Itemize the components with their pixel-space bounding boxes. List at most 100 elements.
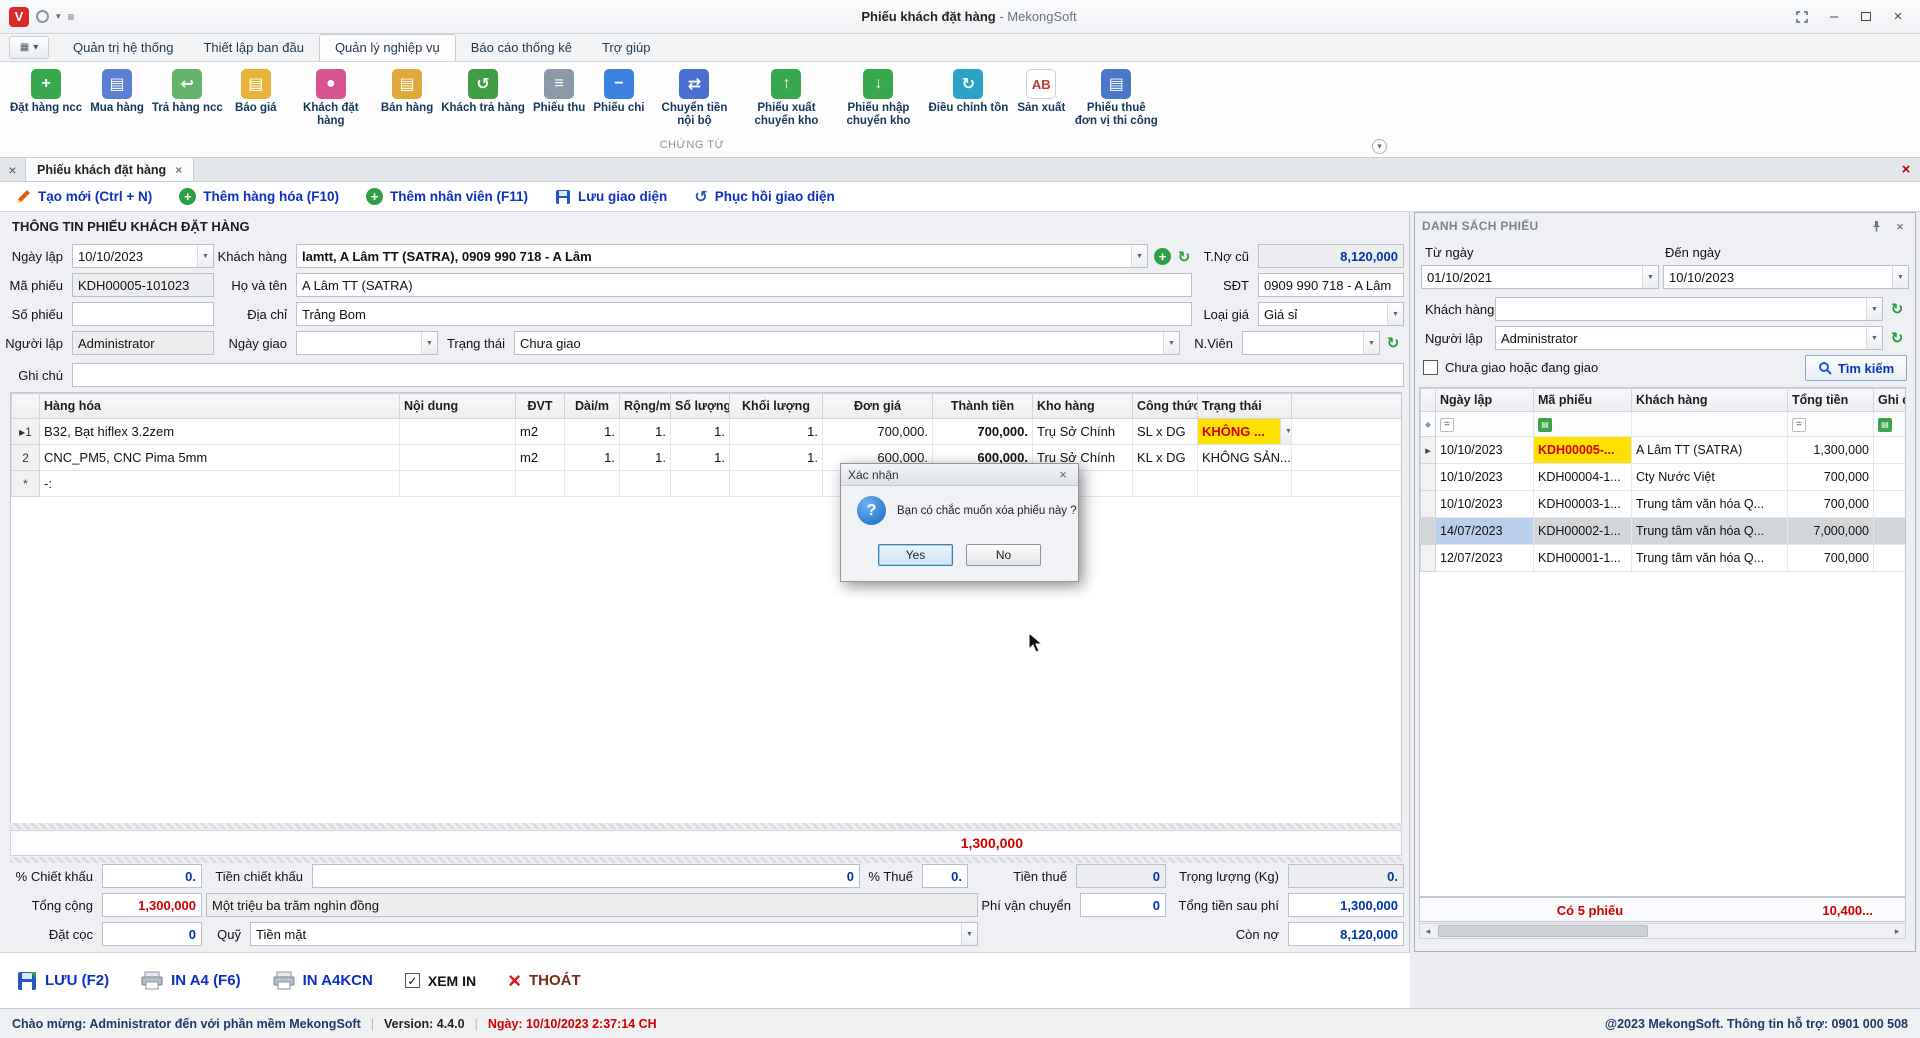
cell-rong[interactable] (619, 470, 671, 497)
app-menu-button[interactable]: ▦ ▾ (9, 36, 49, 59)
cell-tien[interactable]: 700,000 (1787, 490, 1874, 518)
col-tong-tien[interactable]: Tổng tiền (1787, 388, 1874, 412)
filter-icon[interactable] (1538, 417, 1552, 432)
nguoi-lap-field[interactable]: Administrator (72, 331, 214, 355)
close-icon[interactable]: × (175, 163, 182, 177)
phi-van-chuyen-field[interactable]: 0 (1080, 893, 1166, 917)
ghi-chu-field[interactable] (72, 363, 1404, 387)
cell-trang-thai[interactable] (1197, 470, 1292, 497)
cell-ghi-chu[interactable] (1873, 517, 1905, 545)
thue-pct-field[interactable]: 0. (922, 864, 968, 888)
cell-hang-hoa[interactable]: CNC_PM5, CNC Pima 5mm (39, 444, 400, 471)
cell-cong-thuc[interactable] (1132, 470, 1198, 497)
cell-tien[interactable]: 7,000,000 (1787, 517, 1874, 545)
col-thanh-tien[interactable]: Thành tiền (932, 393, 1033, 419)
add-employee-button[interactable]: + Thêm nhân viên (F11) (366, 188, 528, 205)
cell-khach[interactable]: Trung tâm văn hóa Q... (1631, 544, 1788, 572)
item-row-new[interactable]: * -: (11, 470, 1401, 497)
marker-column-header[interactable] (11, 393, 40, 419)
exit-button[interactable]: × THOÁT (508, 969, 581, 992)
trang-thai-field[interactable]: Chưa giao (514, 331, 1180, 355)
save-button[interactable]: LƯU (F2) (17, 971, 109, 991)
ngay-giao-field[interactable] (296, 331, 438, 355)
chevron-down-icon[interactable]: ▾ (56, 11, 61, 22)
cell-cong-thuc[interactable]: SL x DG (1132, 418, 1198, 445)
cell-ngay[interactable]: 14/07/2023 (1435, 517, 1534, 545)
refresh-employee-icon[interactable] (1384, 334, 1402, 352)
filter-row[interactable] (1420, 411, 1905, 437)
ribbon-button-bao-gia[interactable]: ▤ Báo giá (227, 67, 285, 117)
ribbon-button-phieu-nhap-chuyen-kho[interactable]: ↓ Phiếu nhập chuyển kho (832, 67, 924, 130)
cell-khoi-luong[interactable]: 1. (729, 418, 823, 445)
customize-toolbar-icon[interactable]: ≡ (68, 10, 75, 24)
col-hang-hoa[interactable]: Hàng hóa (39, 393, 400, 419)
new-button[interactable]: Tạo mới (Ctrl + N) (15, 189, 152, 205)
cell-noi-dung[interactable] (399, 444, 516, 471)
pin-icon[interactable] (1868, 218, 1884, 234)
tu-ngay-field[interactable]: 01/10/2021 (1421, 265, 1659, 289)
preview-checkbox-group[interactable]: XEM IN (404, 973, 476, 989)
equals-filter-icon[interactable] (1440, 417, 1454, 432)
filter-ghi-chu-cell[interactable] (1873, 411, 1905, 437)
chevron-down-icon[interactable] (421, 332, 437, 354)
cell-trang-thai[interactable]: KHÔNG ... (1197, 418, 1292, 445)
tab-bao-cao-thong-ke[interactable]: Báo cáo thống kê (456, 35, 587, 61)
chevron-down-icon[interactable] (1866, 298, 1882, 320)
chevron-down-icon[interactable] (197, 245, 213, 267)
tien-thue-field[interactable]: 0 (1076, 864, 1166, 888)
ribbon-button-khach-dat-hang[interactable]: ● Khách đặt hàng (285, 67, 377, 130)
den-ngay-field[interactable]: 10/10/2023 (1663, 265, 1909, 289)
item-row-1[interactable]: ▸1 B32, Bạt hiflex 3.2zem m2 1. 1. 1. 1.… (11, 418, 1401, 445)
cell-ngay[interactable]: 10/10/2023 (1435, 436, 1534, 464)
cell-dai[interactable]: 1. (564, 444, 620, 471)
horizontal-splitter[interactable] (10, 823, 1402, 829)
tong-cong-field[interactable]: 1,300,000 (102, 893, 202, 917)
chevron-down-icon[interactable] (1642, 266, 1658, 288)
ribbon-button-chuyen-tien-noi-bo[interactable]: ⇄ Chuyển tiền nội bộ (648, 67, 740, 130)
print-a4-button[interactable]: IN A4 (F6) (141, 971, 241, 990)
cell-tien[interactable]: 700,000 (1787, 463, 1874, 491)
ribbon-button-phieu-xuat-chuyen-kho[interactable]: ↑ Phiếu xuất chuyển kho (740, 67, 832, 130)
add-item-button[interactable]: + Thêm hàng hóa (F10) (179, 188, 339, 205)
tab-quan-ly-nghiep-vu[interactable]: Quản lý nghiệp vụ (318, 34, 456, 61)
filter-ngay-cell[interactable] (1435, 411, 1534, 437)
cell-ma[interactable]: KDH00001-1... (1533, 544, 1632, 572)
maximize-button[interactable] (1852, 6, 1880, 28)
ribbon-button-dieu-chinh-ton[interactable]: ↻ Điều chỉnh tồn (924, 67, 1012, 117)
chevron-down-icon[interactable] (1363, 332, 1379, 354)
cell-khach[interactable]: Trung tâm văn hóa Q... (1631, 517, 1788, 545)
tab-tro-giup[interactable]: Trợ giúp (587, 35, 666, 61)
search-button[interactable]: Tìm kiếm (1805, 355, 1907, 381)
col-khoi-luong[interactable]: Khối lượng (729, 393, 823, 419)
chevron-down-icon[interactable] (1280, 419, 1291, 444)
scroll-left-icon[interactable]: ◂ (1420, 924, 1436, 938)
n-vien-field[interactable] (1242, 331, 1380, 355)
record-icon[interactable] (36, 10, 49, 23)
col-don-gia[interactable]: Đơn giá (822, 393, 933, 419)
col-ghi-chu[interactable]: Ghi chú (1873, 388, 1905, 412)
filter-tien-cell[interactable] (1787, 411, 1874, 437)
dia-chi-field[interactable]: Trảng Bom (296, 302, 1192, 326)
close-tab-button[interactable]: × (0, 158, 26, 181)
order-row-1[interactable]: ▸ 10/10/2023 KDH00005-... A Lâm TT (SATR… (1420, 436, 1905, 464)
loai-gia-field[interactable]: Giá sỉ (1258, 302, 1404, 326)
chiet-khau-pct-field[interactable]: 0. (102, 864, 202, 888)
cell-don-gia[interactable]: 700,000. (822, 418, 933, 445)
quy-field[interactable]: Tiền mặt (250, 922, 978, 946)
close-button[interactable]: × (1884, 6, 1912, 28)
ribbon-dialog-launcher-icon[interactable]: ▾ (1372, 139, 1387, 154)
col-rong[interactable]: Rộng/m (619, 393, 671, 419)
ngay-lap-field[interactable]: 10/10/2023 (72, 244, 214, 268)
filter-khach-cell[interactable] (1631, 411, 1788, 437)
sdt-field[interactable]: 0909 990 718 - A Lâm (1258, 273, 1404, 297)
tab-quan-tri-he-thong[interactable]: Quản trị hệ thống (58, 35, 188, 61)
chevron-down-icon[interactable] (1163, 332, 1179, 354)
ribbon-button-san-xuat[interactable]: AB Sản xuất (1012, 67, 1070, 117)
order-row-4-selected[interactable]: 14/07/2023 KDH00002-1... Trung tâm văn h… (1420, 517, 1905, 545)
cell-ghi-chu[interactable] (1873, 490, 1905, 518)
cell-tien[interactable]: 700,000 (1787, 544, 1874, 572)
print-a4kcn-button[interactable]: IN A4KCN (273, 971, 373, 990)
cell-ghi-chu[interactable] (1873, 463, 1905, 491)
cell-khach[interactable]: A Lâm TT (SATRA) (1631, 436, 1788, 464)
row-marker[interactable]: ▸1 (11, 418, 40, 445)
